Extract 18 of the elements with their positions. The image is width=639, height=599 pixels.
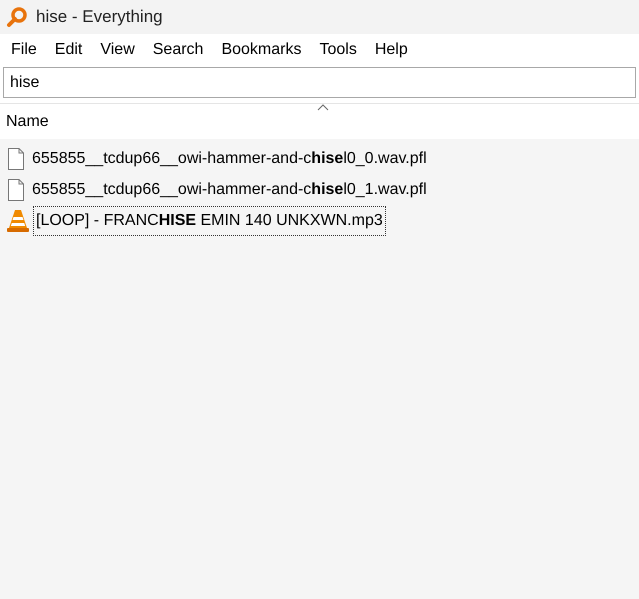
file-name[interactable]: [LOOP] - FRANCHISE EMIN 140 UNKXWN.mp3 bbox=[33, 206, 386, 236]
window-title: hise - Everything bbox=[36, 6, 163, 28]
menu-item[interactable]: File bbox=[2, 38, 46, 62]
menu-item[interactable]: Search bbox=[144, 38, 212, 62]
file-name[interactable]: 655855__tcdup66__owi-hammer-and-chisel0_1.wav.pfl bbox=[29, 174, 430, 204]
menu-item[interactable]: View bbox=[91, 38, 144, 62]
search-field[interactable]: hise bbox=[3, 67, 636, 98]
sort-icon bbox=[317, 104, 329, 111]
file-name[interactable]: 655855__tcdup66__owi-hammer-and-chisel0_0.wav.pfl bbox=[29, 144, 430, 174]
document-icon bbox=[7, 178, 25, 200]
menu-item[interactable]: Tools bbox=[310, 38, 366, 62]
magnifier-icon bbox=[6, 6, 28, 28]
traffic-cone-icon bbox=[7, 208, 29, 232]
menu-item[interactable]: Help bbox=[366, 38, 417, 62]
menu-item[interactable]: Bookmarks bbox=[212, 38, 310, 62]
document-icon bbox=[7, 148, 25, 170]
column-header[interactable]: Name bbox=[0, 113, 49, 130]
menu-item[interactable]: Edit bbox=[46, 38, 92, 62]
